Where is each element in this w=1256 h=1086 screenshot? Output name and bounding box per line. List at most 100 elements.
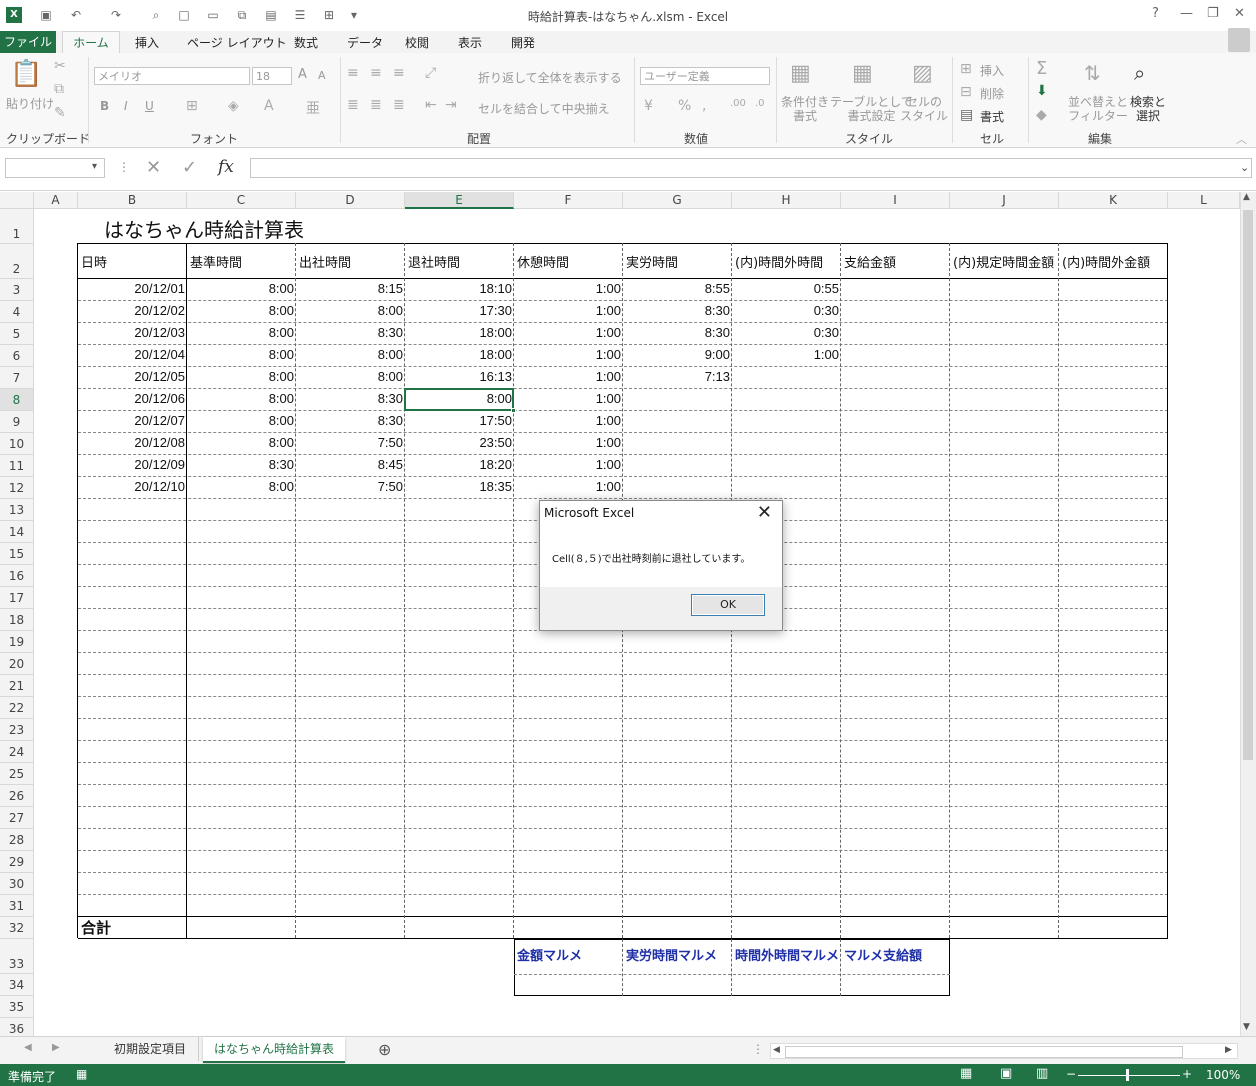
- macro-record-icon[interactable]: ▦: [76, 1067, 87, 1081]
- tab-home[interactable]: ホーム: [62, 31, 120, 54]
- sort-filter-icon[interactable]: ⇅: [1084, 61, 1101, 85]
- find-binoculars-icon[interactable]: ⌕: [1134, 61, 1145, 85]
- dialog-close-icon[interactable]: ✕: [757, 502, 772, 523]
- normal-view-icon[interactable]: ▦: [960, 1066, 972, 1081]
- scroll-left-icon[interactable]: ◀: [773, 1045, 780, 1055]
- data-cell[interactable]: 9:00: [623, 345, 732, 367]
- format-cells-icon[interactable]: ▤: [960, 107, 973, 123]
- row-header-30[interactable]: 30: [0, 873, 34, 895]
- format-painter-icon[interactable]: ✎: [54, 105, 66, 121]
- phonetic-icon[interactable]: 亜: [306, 98, 320, 118]
- row-header-5[interactable]: 5: [0, 323, 34, 345]
- data-cell[interactable]: 1:00: [514, 279, 623, 301]
- tab-data[interactable]: データ: [347, 34, 383, 51]
- row-header-18[interactable]: 18: [0, 609, 34, 631]
- data-cell[interactable]: 0:30: [732, 301, 841, 323]
- row-header-10[interactable]: 10: [0, 433, 34, 455]
- data-cell[interactable]: 1:00: [514, 323, 623, 345]
- expand-formula-icon[interactable]: ⌄: [1240, 161, 1249, 174]
- copy-ribbon-icon[interactable]: ⧉: [54, 81, 64, 97]
- increase-indent-icon[interactable]: ⇥: [445, 97, 457, 113]
- conditional-format-button[interactable]: 条件付き 書式: [781, 95, 829, 123]
- data-cell[interactable]: 8:00: [187, 367, 296, 389]
- format-as-table-icon[interactable]: ▦: [852, 61, 873, 86]
- data-cell[interactable]: 1:00: [514, 367, 623, 389]
- data-cell[interactable]: 17:30: [405, 301, 514, 323]
- restore-icon[interactable]: ❐: [1207, 6, 1219, 21]
- column-header-J[interactable]: J: [950, 192, 1059, 209]
- data-cell[interactable]: 8:30: [623, 323, 732, 345]
- h-scroll-thumb[interactable]: [785, 1046, 1183, 1058]
- data-cell[interactable]: 20/12/05: [78, 367, 187, 389]
- confirm-entry-icon[interactable]: ✓: [182, 157, 197, 178]
- data-cell[interactable]: [732, 477, 841, 499]
- row-header-11[interactable]: 11: [0, 455, 34, 477]
- vertical-scrollbar[interactable]: ▲ ▼: [1240, 192, 1256, 1036]
- column-header-D[interactable]: D: [296, 192, 405, 209]
- row-header-23[interactable]: 23: [0, 719, 34, 741]
- row-header-24[interactable]: 24: [0, 741, 34, 763]
- column-header-A[interactable]: A: [34, 192, 78, 209]
- data-cell[interactable]: [623, 389, 732, 411]
- align-bottom-icon[interactable]: ≡: [393, 65, 405, 81]
- row-header-20[interactable]: 20: [0, 653, 34, 675]
- zoom-slider-track[interactable]: [1078, 1075, 1180, 1076]
- data-cell[interactable]: [623, 477, 732, 499]
- data-cell[interactable]: 20/12/10: [78, 477, 187, 499]
- data-cell[interactable]: [732, 433, 841, 455]
- orientation-icon[interactable]: ⤢: [425, 65, 436, 81]
- grow-font-button[interactable]: A: [298, 67, 307, 82]
- row-header-3[interactable]: 3: [0, 279, 34, 301]
- align-center-icon[interactable]: ≣: [370, 97, 382, 113]
- fill-down-icon[interactable]: ⬇: [1036, 83, 1048, 99]
- data-cell[interactable]: 7:13: [623, 367, 732, 389]
- align-middle-icon[interactable]: ≡: [370, 65, 382, 81]
- data-cell[interactable]: 8:00: [187, 345, 296, 367]
- data-cell[interactable]: 0:30: [732, 323, 841, 345]
- data-cell[interactable]: 1:00: [514, 301, 623, 323]
- data-cell[interactable]: [732, 367, 841, 389]
- increase-decimal-icon[interactable]: .00: [730, 98, 746, 109]
- fill-color-icon[interactable]: ◈: [228, 98, 239, 114]
- row-header-35[interactable]: 35: [0, 996, 34, 1018]
- minimize-icon[interactable]: —: [1180, 6, 1193, 21]
- account-avatar[interactable]: [1228, 28, 1250, 52]
- row-header-29[interactable]: 29: [0, 851, 34, 873]
- column-header-F[interactable]: F: [514, 192, 623, 209]
- data-cell[interactable]: 8:00: [187, 433, 296, 455]
- cancel-entry-icon[interactable]: ✕: [146, 157, 161, 178]
- data-cell[interactable]: 8:00: [187, 389, 296, 411]
- data-cell[interactable]: 8:00: [187, 279, 296, 301]
- page-break-view-icon[interactable]: ▥: [1036, 1066, 1048, 1081]
- scroll-right-icon[interactable]: ▶: [1225, 1045, 1232, 1055]
- column-header-I[interactable]: I: [841, 192, 950, 209]
- zoom-level[interactable]: 100%: [1206, 1068, 1240, 1082]
- row-header-1[interactable]: 1: [0, 209, 34, 244]
- data-cell[interactable]: 8:00: [187, 301, 296, 323]
- data-cell[interactable]: [732, 411, 841, 433]
- clear-icon[interactable]: ◆: [1036, 107, 1047, 123]
- number-format-box[interactable]: ユーザー定義: [640, 67, 770, 85]
- data-cell[interactable]: 20/12/01: [78, 279, 187, 301]
- cut-icon[interactable]: ✂: [54, 58, 66, 74]
- cell-styles-icon[interactable]: ▨: [912, 61, 933, 86]
- data-cell[interactable]: 8:30: [296, 411, 405, 433]
- data-cell[interactable]: 1:00: [514, 411, 623, 433]
- data-cell[interactable]: 1:00: [514, 345, 623, 367]
- fill-handle[interactable]: [511, 408, 516, 413]
- data-cell[interactable]: 8:00: [296, 301, 405, 323]
- font-size-box[interactable]: 18: [252, 67, 292, 85]
- row-header-32[interactable]: 32: [0, 917, 34, 939]
- shrink-font-button[interactable]: A: [318, 69, 326, 82]
- autosum-icon[interactable]: Σ: [1036, 58, 1047, 79]
- next-sheet-icon[interactable]: ▶: [52, 1042, 60, 1053]
- tab-file[interactable]: ファイル: [0, 31, 56, 53]
- data-cell[interactable]: 17:50: [405, 411, 514, 433]
- align-left-icon[interactable]: ≣: [347, 97, 359, 113]
- tab-page-layout[interactable]: ページ レイアウト: [187, 34, 287, 51]
- column-header-B[interactable]: B: [78, 192, 187, 209]
- scroll-down-icon[interactable]: ▼: [1243, 1022, 1250, 1032]
- row-header-4[interactable]: 4: [0, 301, 34, 323]
- zoom-in-icon[interactable]: +: [1182, 1067, 1192, 1081]
- currency-icon[interactable]: ¥: [644, 98, 653, 114]
